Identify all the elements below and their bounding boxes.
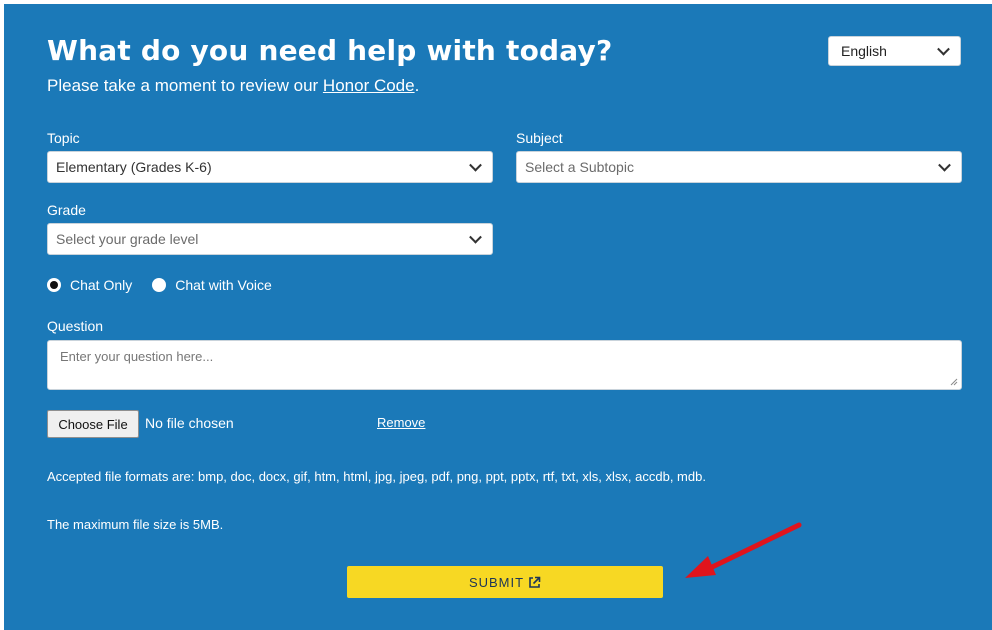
subject-select[interactable]: Select a Subtopic: [516, 151, 962, 183]
language-select[interactable]: English: [828, 36, 961, 66]
topic-select[interactable]: Elementary (Grades K-6): [47, 151, 493, 183]
chevron-down-icon: [469, 230, 482, 244]
chat-voice-radio[interactable]: [152, 278, 167, 292]
help-request-panel: What do you need help with today? Please…: [4, 4, 992, 630]
subtitle-text: Please take a moment to review our: [47, 76, 323, 95]
chevron-down-icon: [938, 158, 951, 172]
question-textarea[interactable]: Enter your question here...: [47, 340, 962, 390]
question-placeholder: Enter your question here...: [60, 349, 214, 364]
submit-label: SUBMIT: [468, 574, 525, 590]
subject-label: Subject: [516, 130, 563, 146]
resize-handle-icon[interactable]: [950, 378, 958, 386]
red-arrow-annotation: [685, 522, 802, 578]
question-label: Question: [47, 318, 104, 334]
chevron-down-icon: [937, 42, 950, 56]
submit-button[interactable]: SUBMIT: [347, 566, 663, 598]
grade-placeholder: Select your grade level: [56, 231, 199, 247]
page-subtitle: Please take a moment to review our Honor…: [47, 76, 419, 96]
grade-select[interactable]: Select your grade level: [47, 223, 493, 255]
chat-only-label: Chat Only: [70, 277, 133, 293]
language-value: English: [841, 43, 887, 59]
topic-value: Elementary (Grades K-6): [56, 159, 212, 175]
page-title: What do you need help with today?: [47, 34, 613, 67]
subject-placeholder: Select a Subtopic: [525, 159, 634, 175]
honor-code-link[interactable]: Honor Code: [323, 76, 415, 95]
subtitle-suffix: .: [414, 76, 420, 95]
grade-label: Grade: [47, 202, 86, 218]
chat-mode-group: Chat Only Chat with Voice: [47, 277, 292, 293]
external-link-icon: [529, 576, 541, 588]
max-file-size-text: The maximum file size is 5MB.: [47, 517, 224, 532]
accepted-formats-text: Accepted file formats are: bmp, doc, doc…: [47, 469, 706, 484]
chat-only-radio[interactable]: [47, 278, 61, 292]
file-status-text: No file chosen: [145, 415, 234, 431]
chevron-down-icon: [469, 158, 482, 172]
choose-file-button[interactable]: Choose File: [47, 410, 139, 438]
chat-voice-option[interactable]: Chat with Voice: [152, 277, 272, 293]
remove-file-link[interactable]: Remove: [377, 415, 425, 430]
topic-label: Topic: [47, 130, 80, 146]
chat-voice-label: Chat with Voice: [175, 277, 272, 293]
chat-only-option[interactable]: Chat Only: [47, 277, 132, 293]
